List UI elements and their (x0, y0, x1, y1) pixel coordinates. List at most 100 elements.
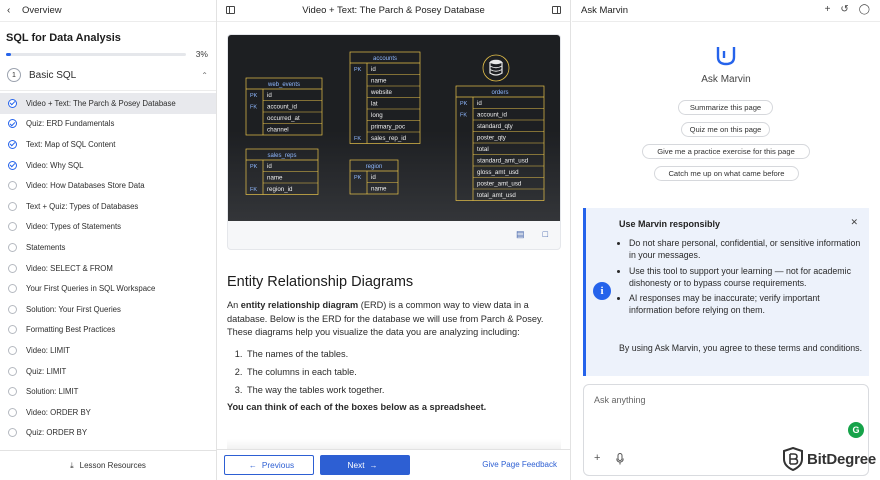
content-fade (227, 439, 561, 449)
sidebar-lesson-label: Text: Map of SQL Content (26, 139, 116, 149)
sidebar-lesson-label: Solution: LIMIT (26, 387, 79, 397)
grammarly-icon[interactable]: G (848, 422, 864, 438)
sidebar-lesson-label: Quiz: ORDER BY (26, 428, 88, 438)
check-circle-icon (8, 139, 17, 149)
progress-percent: 3% (195, 49, 208, 59)
content-header: Video + Text: The Parch & Posey Database (217, 0, 570, 22)
transcript-icon[interactable]: ▤ (516, 229, 525, 240)
chip-summarize[interactable]: Summarize this page (678, 100, 773, 115)
erd-column-label: primary_poc (371, 124, 405, 131)
new-chat-icon[interactable]: + (825, 4, 831, 15)
history-icon[interactable]: ↺ (840, 4, 848, 15)
previous-button[interactable]: ← Previous (224, 455, 314, 475)
sidebar-lesson-label: Formatting Best Practices (26, 325, 116, 335)
erd-column-label: id (477, 100, 482, 107)
next-label: Next (347, 460, 365, 470)
previous-label: Previous (261, 460, 295, 470)
erd-column-label: gloss_amt_usd (477, 169, 519, 176)
attach-plus-icon[interactable]: + (594, 452, 600, 464)
bitdegree-shield-icon (783, 447, 803, 471)
sidebar-lesson-item[interactable]: Video: LIMIT (0, 340, 216, 361)
overview-link[interactable]: ‹ Overview (0, 0, 216, 22)
sidebar-lesson-item[interactable]: Formatting Best Practices (0, 320, 216, 341)
comment-icon[interactable]: □ (543, 229, 548, 240)
erd-column-label: standard_amt_usd (477, 158, 529, 165)
erd-figure-card: web_events PK id FK account_id occurred_at cha… (227, 34, 561, 250)
erd-column-label: id (371, 174, 376, 181)
sidebar-lesson-label: Quiz: ERD Fundamentals (26, 119, 115, 129)
empty-circle-icon (8, 201, 17, 211)
sidebar-lesson-item[interactable]: Solution: Your First Queries (0, 299, 216, 320)
download-icon: ⤓ (70, 460, 74, 470)
erd-table-name: region (366, 164, 383, 170)
progress-track (6, 52, 186, 56)
check-circle-icon (8, 119, 17, 129)
sidebar-lesson-item[interactable]: Video: Why SQL (0, 155, 216, 176)
next-button[interactable]: Next → (320, 455, 410, 475)
erd-key-label: FK (354, 136, 361, 142)
app-root: ‹ Overview SQL for Data Analysis 3% 1 Ba… (0, 0, 880, 480)
chevron-up-icon[interactable]: ⌃ (201, 71, 208, 80)
erd-key-label: PK (354, 175, 362, 181)
sidebar-lesson-item[interactable]: Video: Types of Statements (0, 217, 216, 238)
sidebar-lesson-item[interactable]: Video + Text: The Parch & Posey Database (0, 93, 216, 114)
lesson-resources-button[interactable]: ⤓ Lesson Resources (0, 450, 216, 480)
give-feedback-link[interactable]: Give Page Feedback (482, 460, 557, 469)
sidebar-lesson-item[interactable]: Video: How Databases Store Data (0, 175, 216, 196)
erd-key-label: PK (354, 67, 362, 73)
chip-catch-me-up[interactable]: Catch me up on what came before (654, 166, 799, 181)
sidebar-lesson-item[interactable]: Text: Map of SQL Content (0, 134, 216, 155)
sidebar-lesson-label: Video: LIMIT (26, 345, 71, 355)
lesson-title: Basic SQL (29, 69, 77, 81)
erd-column-label: id (371, 66, 376, 73)
empty-circle-icon (8, 304, 17, 314)
toggle-right-panel-icon[interactable] (552, 6, 561, 14)
erd-key-label: PK (250, 93, 258, 99)
empty-circle-icon (8, 387, 17, 397)
progress-fill (6, 52, 12, 56)
sidebar-lesson-item[interactable]: Video: ORDER BY (0, 402, 216, 423)
chat-icon[interactable]: ◯ (859, 4, 870, 15)
sidebar-lesson-item[interactable]: Solution: LIMIT (0, 381, 216, 402)
arrow-right-icon: → (369, 460, 378, 470)
list-item: The names of the tables. (245, 348, 561, 361)
sidebar-lesson-item[interactable]: Quiz: ORDER BY (0, 423, 216, 444)
erd-column-label: occurred_at (267, 115, 300, 122)
course-progress: 3% (0, 44, 216, 59)
marvin-title: Ask Marvin (701, 74, 751, 85)
info-icon: i (593, 282, 611, 300)
sidebar-lesson-label: Video: Types of Statements (26, 222, 122, 232)
empty-circle-icon (8, 284, 17, 294)
sidebar-lesson-label: Text + Quiz: Types of Databases (26, 201, 139, 211)
marvin-header-title: Ask Marvin (581, 5, 628, 16)
course-title: SQL for Data Analysis (6, 32, 121, 44)
sidebar-lesson-item[interactable]: Text + Quiz: Types of Databases (0, 196, 216, 217)
lesson-header[interactable]: 1 Basic SQL ⌃ (0, 59, 216, 91)
responsible-use-notice: i ✕ Use Marvin responsibly Do not share … (583, 208, 869, 376)
sidebar-lesson-label: Quiz: LIMIT (26, 366, 67, 376)
empty-circle-icon (8, 242, 17, 252)
close-icon[interactable]: ✕ (850, 217, 858, 228)
erd-column-label: channel (267, 127, 289, 134)
sidebar-lesson-label: Statements (26, 242, 66, 252)
empty-circle-icon (8, 325, 17, 335)
chat-input-placeholder[interactable]: Ask anything (594, 395, 646, 405)
sidebar-lesson-label: Your First Queries in SQL Workspace (26, 284, 156, 294)
chip-practice-exercise[interactable]: Give me a practice exercise for this pag… (642, 144, 810, 159)
erd-column-label: total_amt_usd (477, 192, 516, 199)
sidebar-lesson-item[interactable]: Quiz: LIMIT (0, 361, 216, 382)
erd-table-name: sales_reps (267, 153, 296, 159)
erd-column-label: long (371, 112, 383, 119)
chip-quiz-me[interactable]: Quiz me on this page (681, 122, 770, 137)
bitdegree-text: BitDegree (807, 450, 877, 468)
erd-column-label: region_id (267, 186, 293, 193)
sidebar-lesson-item[interactable]: Video: SELECT & FROM (0, 258, 216, 279)
microphone-icon[interactable] (616, 453, 624, 465)
erd-column-label: id (267, 163, 272, 170)
sidebar-lesson-item[interactable]: Quiz: ERD Fundamentals (0, 114, 216, 135)
toggle-left-panel-icon[interactable] (226, 6, 235, 14)
sidebar-lesson-item[interactable]: Your First Queries in SQL Workspace (0, 278, 216, 299)
sidebar-lesson-item[interactable]: Statements (0, 237, 216, 258)
notice-item: AI responses may be inaccurate; verify i… (629, 292, 861, 317)
empty-circle-icon (8, 181, 17, 191)
